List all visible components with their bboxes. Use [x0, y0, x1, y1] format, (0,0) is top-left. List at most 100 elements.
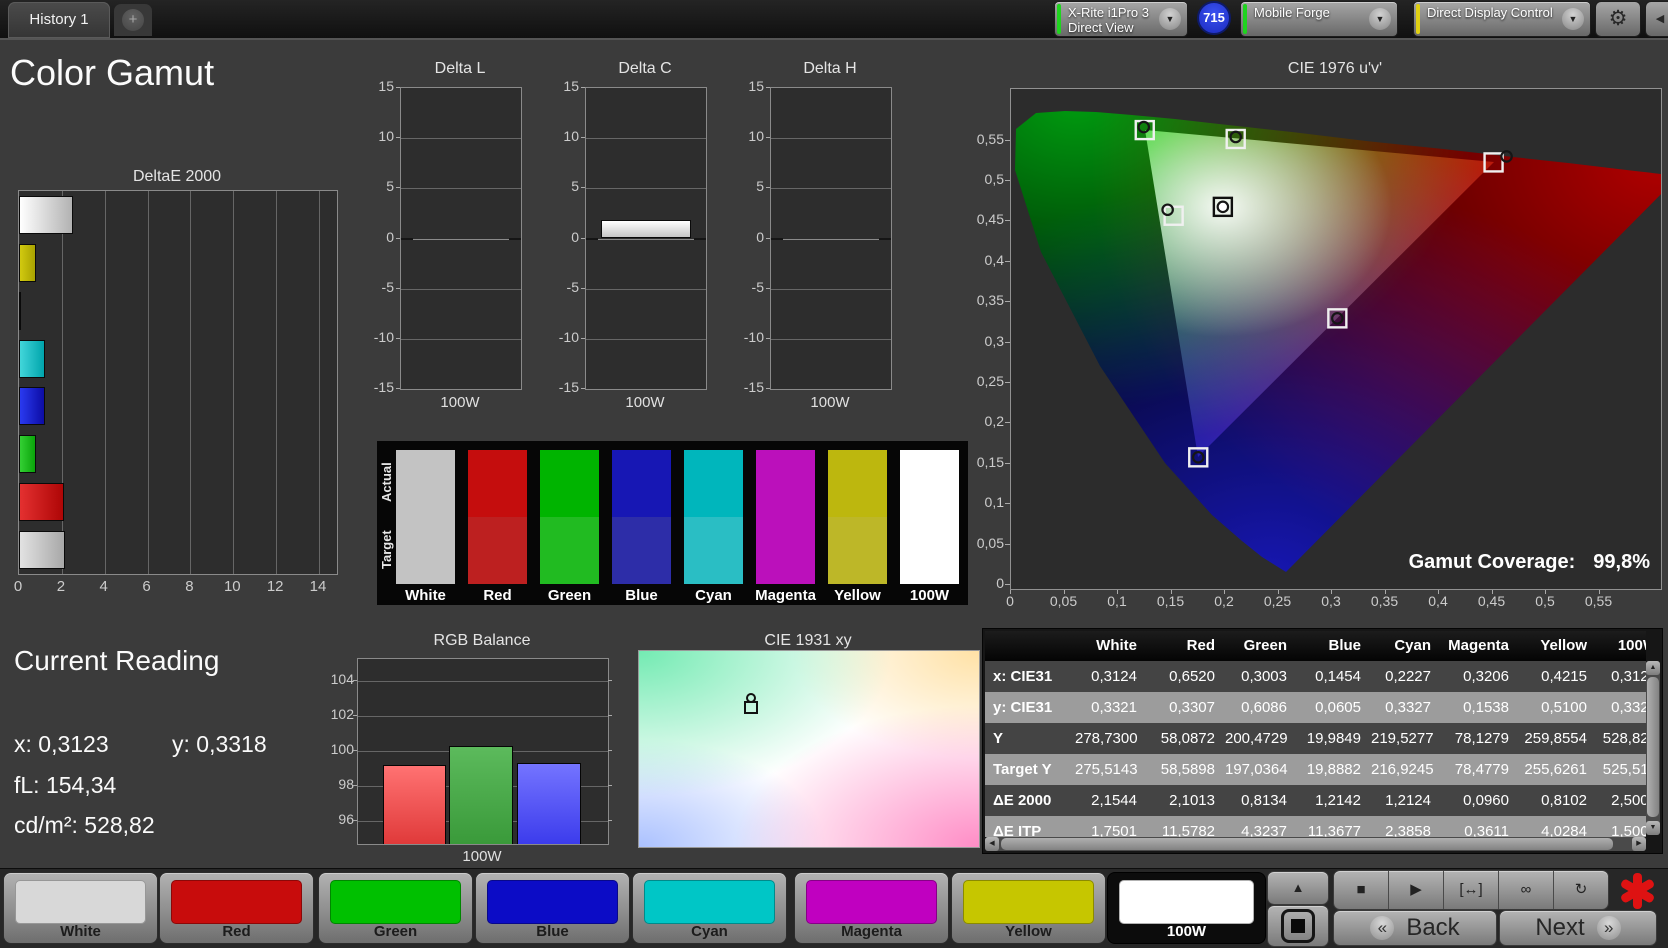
- reading-fl-value: fL: 154,34: [14, 772, 117, 798]
- gridline: [586, 138, 706, 140]
- axis-tick: [1005, 139, 1010, 141]
- rgb-balance-plot: [357, 658, 609, 845]
- actual-target-swatch-panel: Actual Target White Red Green Blue Cyan Magen…: [377, 441, 968, 605]
- table-cell: 1,2142: [1315, 792, 1361, 809]
- reading-x-value: x: 0,3123: [14, 731, 109, 757]
- delta-l-title: Delta L: [434, 60, 486, 77]
- patch-button-100w[interactable]: 100W: [1108, 873, 1265, 943]
- meter-count-badge[interactable]: 715: [1197, 1, 1231, 35]
- axis-tick-label: 0,1: [984, 494, 1004, 511]
- axis-tick-label: 0,55: [976, 130, 1004, 147]
- swatch-target: [396, 517, 455, 584]
- stop-measure-button[interactable]: [1268, 906, 1328, 946]
- patch-button-white[interactable]: White: [4, 873, 157, 943]
- table-row: x: CIE31 0,3124 0,6520 0,3003 0,1454 0,2227 0,…: [985, 661, 1646, 692]
- scroll-right-icon[interactable]: ▶: [1632, 837, 1646, 851]
- scroll-down-icon[interactable]: ▼: [1646, 821, 1660, 835]
- swatch-actual: [612, 450, 671, 517]
- axis-tick-label: -5: [751, 278, 764, 295]
- table-row: y: CIE31 0,3321 0,3307 0,6086 0,0605 0,3327 0,…: [985, 692, 1646, 723]
- repeat-button[interactable]: ↻: [1554, 871, 1608, 909]
- rgb-bar-red: [383, 765, 446, 844]
- scroll-left-icon[interactable]: ◀: [985, 837, 999, 851]
- axis-tick: [353, 715, 357, 716]
- swatch-label: Red: [483, 587, 512, 604]
- axis-tick: [1005, 584, 1010, 585]
- delta-h-title: Delta H: [803, 60, 857, 77]
- play-icon: ▶: [1410, 881, 1422, 898]
- delta-h-chart: Delta H 15 10 5 0 -5 -10 -15 100W: [740, 60, 892, 415]
- swatch-label: Magenta: [755, 587, 816, 604]
- patch-color-green: [330, 880, 461, 924]
- table-header-Red: Red: [1186, 637, 1215, 654]
- source-dropdown[interactable]: Mobile Forge ▼: [1241, 2, 1397, 36]
- deltae-bar-cyan: [19, 339, 45, 378]
- table-cell: 278,7300: [1075, 730, 1138, 747]
- table-cell: 0,3003: [1241, 668, 1287, 685]
- patch-label: Green: [373, 923, 418, 940]
- axis-tick-label: 2: [56, 578, 66, 595]
- patch-button-magenta[interactable]: Magenta: [795, 873, 948, 943]
- deltae-bar-white: [19, 531, 66, 570]
- play-button[interactable]: ▶: [1389, 871, 1444, 909]
- table-cell: 0,3206: [1463, 668, 1509, 685]
- patch-button-blue[interactable]: Blue: [476, 873, 629, 943]
- continuous-button[interactable]: ∞: [1499, 871, 1554, 909]
- swatch-target: [684, 517, 743, 584]
- next-button-label: Next: [1535, 914, 1585, 941]
- chevron-down-icon: ▼: [1562, 8, 1584, 30]
- axis-tick-label: 15: [563, 78, 579, 94]
- row-label: ΔE 2000: [993, 792, 1052, 809]
- vertical-scroll-thumb[interactable]: [1647, 677, 1659, 817]
- axis-tick-label: 100: [330, 741, 354, 757]
- axis-tick-label: 0: [386, 228, 394, 245]
- table-header-100W: 100W: [1617, 637, 1646, 654]
- axis-tick: [396, 137, 400, 139]
- top-bar: History 1 + X-Rite i1Pro 3 Direct View ▼ …: [0, 0, 1668, 40]
- patch-button-green[interactable]: Green: [319, 873, 472, 943]
- interval-button[interactable]: [↔]: [1444, 871, 1499, 909]
- table-vertical-scrollbar[interactable]: ▲ ▼: [1646, 661, 1660, 835]
- next-button[interactable]: Next »: [1500, 911, 1656, 945]
- patch-button-cyan[interactable]: Cyan: [633, 873, 786, 943]
- zero-mark: [694, 237, 706, 240]
- patch-button-yellow[interactable]: Yellow: [952, 873, 1105, 943]
- source-status-indicator: [1243, 4, 1247, 34]
- horizontal-scroll-thumb[interactable]: [1001, 838, 1613, 850]
- axis-tick-label: 5: [756, 178, 764, 195]
- table-cell: 2,5000: [1611, 792, 1646, 809]
- table-horizontal-scrollbar[interactable]: ◀ ▶: [985, 837, 1646, 851]
- settings-button[interactable]: ⚙: [1596, 2, 1640, 36]
- table-cell: 4,0284: [1541, 823, 1587, 837]
- test-pattern-bar: ▲ ■ ▶ [↔] ∞ ↻ « Back Next » White Red Gree…: [0, 868, 1668, 948]
- axis-tick-label: -15: [373, 379, 394, 395]
- new-tab-button[interactable]: +: [114, 4, 152, 36]
- table-header-Yellow: Yellow: [1540, 637, 1587, 654]
- back-button[interactable]: « Back: [1334, 911, 1496, 945]
- pattern-list-up-button[interactable]: ▲: [1268, 872, 1328, 904]
- table-cell: 58,5898: [1160, 761, 1215, 778]
- patch-button-red[interactable]: Red: [160, 873, 313, 943]
- table-cell: 58,0872: [1160, 730, 1215, 747]
- axis-tick: [353, 820, 357, 821]
- axis-tick: [581, 87, 585, 88]
- axis-tick: [608, 750, 612, 751]
- marker-square-icon: [744, 701, 758, 714]
- repeat-icon: ↻: [1574, 881, 1588, 898]
- table-cell: 78,1279: [1454, 730, 1509, 747]
- stop-button[interactable]: ■: [1334, 871, 1389, 909]
- tab-history-1[interactable]: History 1: [8, 2, 110, 38]
- table-cell: 0,0605: [1315, 699, 1361, 716]
- axis-tick-label: 0,55: [1584, 593, 1613, 609]
- meter-dropdown[interactable]: X-Rite i1Pro 3 Direct View ▼: [1055, 2, 1187, 36]
- scroll-up-icon[interactable]: ▲: [1646, 661, 1660, 675]
- swatch-target: [540, 517, 599, 584]
- collapse-panel-button[interactable]: ◀: [1646, 2, 1668, 36]
- axis-tick-label: 0,5: [1535, 593, 1555, 609]
- source-dropdown-label: Mobile Forge: [1254, 5, 1330, 20]
- gridline: [190, 191, 192, 574]
- arrow-up-icon: ▲: [1291, 880, 1305, 895]
- axis-tick-label: 104: [330, 671, 354, 687]
- workflow-dropdown[interactable]: Direct Display Control ▼: [1414, 2, 1590, 36]
- table-cell: 528,820: [1602, 730, 1646, 747]
